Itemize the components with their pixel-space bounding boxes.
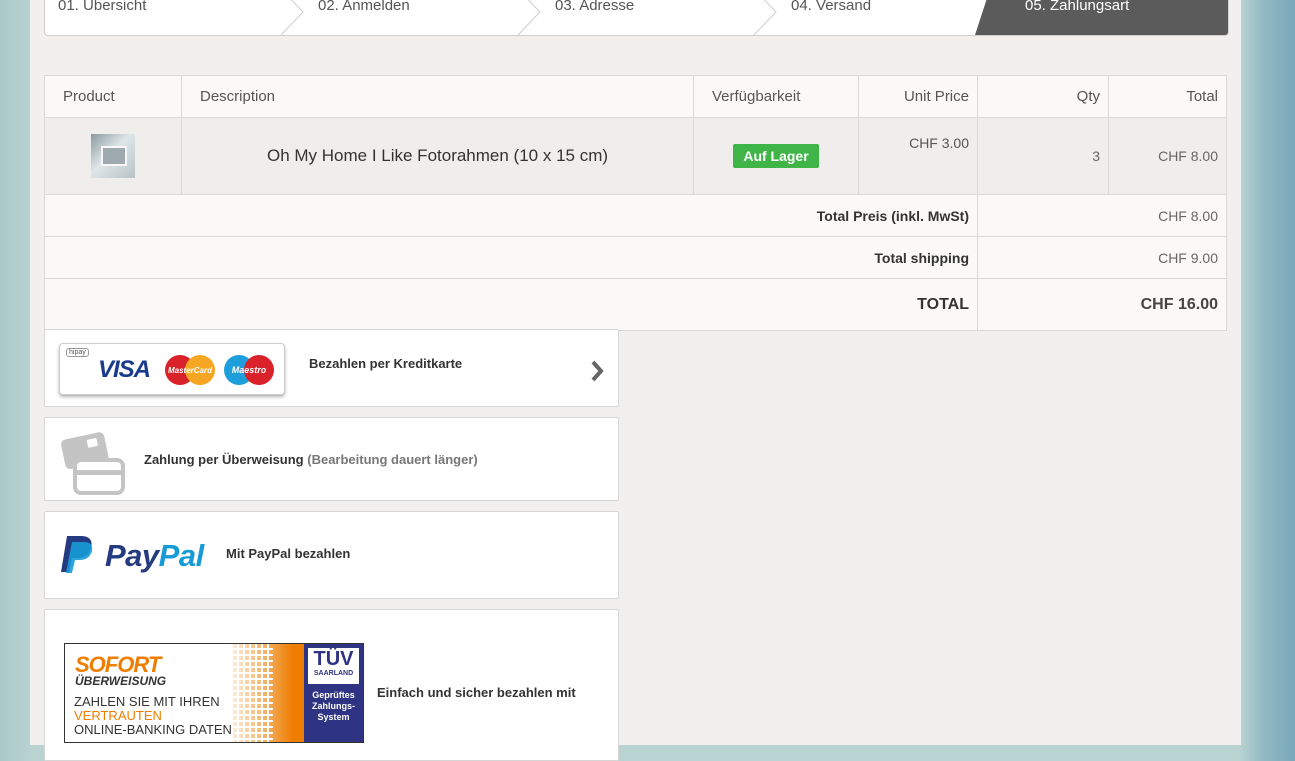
credit-card-label: Bezahlen per Kreditkarte xyxy=(309,356,463,371)
step-address[interactable]: 03. Adresse xyxy=(555,0,634,35)
shipping-label: Total shipping xyxy=(44,236,978,279)
step-shipping[interactable]: 04. Versand xyxy=(791,0,871,35)
step-divider-3 xyxy=(753,0,777,35)
checkout-steps: 01. Übersicht 02. Anmelden 03. Adresse 0… xyxy=(44,0,1229,36)
product-thumbnail-cell xyxy=(44,117,182,195)
header-total: Total xyxy=(1108,75,1227,118)
step-divider-2 xyxy=(517,0,541,35)
product-thumbnail[interactable] xyxy=(91,134,135,178)
summary-row-grand-total: TOTAL CHF 16.00 xyxy=(44,278,1227,331)
total-price-label: Total Preis (inkl. MwSt) xyxy=(44,194,978,237)
tuv-seal: TÜV SAARLAND Geprüftes Zahlungs-System xyxy=(304,644,363,742)
header-description: Description xyxy=(181,75,694,118)
svg-text:MasterCard: MasterCard xyxy=(168,366,213,375)
summary-row-shipping: Total shipping CHF 9.00 xyxy=(44,236,1227,279)
product-description[interactable]: Oh My Home I Like Fotorahmen (10 x 15 cm… xyxy=(181,117,694,195)
header-product: Product xyxy=(44,75,182,118)
sofort-label: Einfach und sicher bezahlen mit xyxy=(377,685,576,700)
pay-option-paypal[interactable]: PayPal Mit PayPal bezahlen xyxy=(44,511,619,599)
cart-table: Product Description Verfügbarkeit Unit P… xyxy=(44,75,1227,331)
hipay-logo: hipay xyxy=(66,348,89,357)
mastercard-logo: MasterCard xyxy=(165,355,215,385)
credit-card-logos: hipay VISA MasterCard Maestro xyxy=(59,343,285,395)
step-payment[interactable]: 05. Zahlungsart xyxy=(1025,0,1129,35)
bank-transfer-title: Zahlung per Überweisung xyxy=(144,452,304,467)
chevron-right-icon[interactable] xyxy=(590,360,604,382)
header-unit-price: Unit Price xyxy=(858,75,978,118)
pay-option-bank-transfer[interactable]: Zahlung per Überweisung (Bearbeitung dau… xyxy=(44,417,619,501)
in-stock-badge: Auf Lager xyxy=(733,144,819,168)
grand-total-value: CHF 16.00 xyxy=(977,278,1227,331)
step-overview[interactable]: 01. Übersicht xyxy=(58,0,146,35)
pay-option-sofort[interactable]: SOFORT ÜBERWEISUNG ZAHLEN SIE MIT IHREN … xyxy=(44,609,619,761)
cart-header-row: Product Description Verfügbarkeit Unit P… xyxy=(44,75,1227,118)
unit-price: CHF 3.00 xyxy=(858,117,978,195)
pay-option-credit-card[interactable]: hipay VISA MasterCard Maestro Bezahlen p… xyxy=(44,329,619,407)
step-login[interactable]: 02. Anmelden xyxy=(318,0,410,35)
header-availability: Verfügbarkeit xyxy=(693,75,859,118)
bank-transfer-note: (Bearbeitung dauert länger) xyxy=(307,452,478,467)
checkout-page: 01. Übersicht 02. Anmelden 03. Adresse 0… xyxy=(30,0,1241,761)
header-qty: Qty xyxy=(977,75,1109,118)
maestro-logo: Maestro xyxy=(224,355,274,385)
sofort-pixel-pattern xyxy=(233,644,305,742)
step-divider-1 xyxy=(280,0,304,35)
table-row: Oh My Home I Like Fotorahmen (10 x 15 cm… xyxy=(44,117,1227,195)
sofort-logo: SOFORT ÜBERWEISUNG ZAHLEN SIE MIT IHREN … xyxy=(64,643,364,743)
paypal-label: Mit PayPal bezahlen xyxy=(226,546,351,561)
credit-card-icon xyxy=(61,432,125,495)
summary-row-total-price: Total Preis (inkl. MwSt) CHF 8.00 xyxy=(44,194,1227,237)
grand-total-label: TOTAL xyxy=(44,278,978,331)
visa-logo: VISA xyxy=(98,356,151,383)
paypal-p-icon xyxy=(61,536,93,573)
bank-transfer-label: Zahlung per Überweisung (Bearbeitung dau… xyxy=(144,452,478,467)
line-total: CHF 8.00 xyxy=(1108,117,1227,195)
svg-text:Maestro: Maestro xyxy=(232,365,267,375)
quantity: 3 xyxy=(977,117,1109,195)
total-price-value: CHF 8.00 xyxy=(977,194,1227,237)
availability-cell: Auf Lager xyxy=(693,117,859,195)
shipping-value: CHF 9.00 xyxy=(977,236,1227,279)
paypal-logo: PayPal xyxy=(105,538,204,573)
